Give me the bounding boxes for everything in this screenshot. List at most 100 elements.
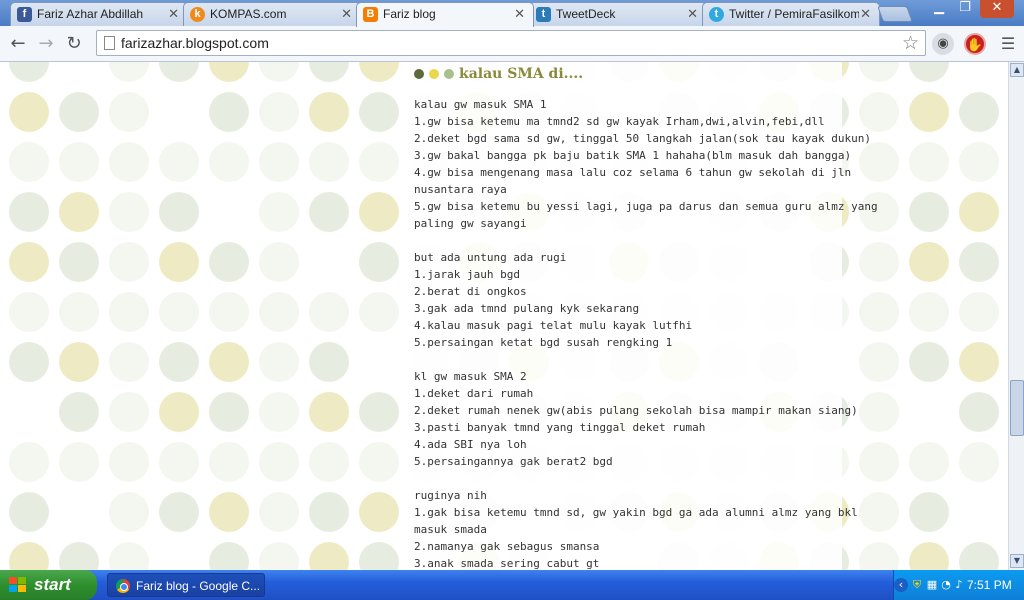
browser-toolbar: ← → ↻ ☆ ◉ ✋ ☰ [0, 26, 1024, 62]
background-dot [109, 492, 149, 532]
background-dot [959, 392, 999, 432]
background-dot [359, 62, 399, 82]
vertical-scrollbar[interactable]: ▲ ▼ [1008, 62, 1024, 570]
background-dot [859, 62, 899, 82]
close-tab-icon[interactable]: ✕ [168, 6, 179, 22]
background-dot [59, 142, 99, 182]
background-dot [959, 242, 999, 282]
background-dot [209, 542, 249, 570]
kompas-icon: k [190, 7, 205, 22]
post-title[interactable]: kalau SMA di.... [459, 66, 583, 82]
background-dot [9, 542, 49, 570]
tab-fariz-blog[interactable]: B Fariz blog ✕ [356, 2, 534, 27]
scroll-up-icon[interactable]: ▲ [1010, 63, 1024, 77]
close-tab-icon[interactable]: ✕ [687, 6, 698, 22]
background-dot [309, 142, 349, 182]
background-dot [109, 542, 149, 570]
background-dot [109, 242, 149, 282]
background-dot [909, 292, 949, 332]
background-dot [959, 442, 999, 482]
background-dot [259, 342, 299, 382]
title-dot-2 [429, 69, 439, 79]
post-line: 5.persaingan ketat bgd susah rengking 1 [414, 336, 673, 349]
background-dot [9, 292, 49, 332]
title-dot-3 [444, 69, 454, 79]
new-tab-button[interactable] [877, 6, 913, 22]
background-dot [159, 62, 199, 82]
restore-icon[interactable]: ❐ [952, 0, 978, 18]
close-window-icon[interactable]: ✕ [980, 0, 1014, 18]
post-line: 4.kalau masuk pagi telat mulu kayak lutf… [414, 319, 693, 332]
background-dot [309, 342, 349, 382]
background-dot [9, 142, 49, 182]
menu-icon[interactable]: ☰ [996, 32, 1020, 56]
eye-extension-icon[interactable]: ◉ [932, 33, 954, 55]
scroll-thumb[interactable] [1010, 380, 1024, 436]
close-tab-icon[interactable]: ✕ [860, 6, 871, 22]
background-dot [359, 192, 399, 232]
tab-strip: f Fariz Azhar Abdillah ✕ k KOMPAS.com ✕ … [0, 0, 1024, 27]
background-dot [959, 292, 999, 332]
reload-button[interactable]: ↻ [62, 32, 86, 56]
background-dot [309, 192, 349, 232]
tab-label: Fariz blog [383, 7, 436, 21]
close-tab-icon[interactable]: ✕ [514, 6, 525, 22]
security-shield-icon[interactable]: ⛨ [910, 578, 924, 592]
adblock-icon[interactable]: ✋ [964, 33, 986, 55]
background-dot [309, 292, 349, 332]
tab-tweetdeck[interactable]: t TweetDeck ✕ [529, 2, 707, 26]
background-dot [959, 142, 999, 182]
post-line: 1.gak bisa ketemu tmnd sd, gw yakin bgd … [414, 506, 858, 519]
background-dot [859, 92, 899, 132]
network-icon[interactable]: ▦ [925, 578, 939, 592]
start-button[interactable]: start [0, 570, 97, 600]
background-dot [159, 342, 199, 382]
tab-facebook[interactable]: f Fariz Azhar Abdillah ✕ [10, 2, 188, 26]
post-line: nusantara raya [414, 183, 507, 196]
minimize-icon[interactable]: ▁ [926, 0, 952, 18]
web-page: kalau SMA di.... kalau gw masuk SMA 1 1.g… [0, 62, 1008, 570]
post-line: 1.gw bisa ketemu ma tmnd2 sd gw kayak Ir… [414, 115, 825, 128]
background-dot [909, 442, 949, 482]
post-body: kalau gw masuk SMA 1 1.gw bisa ketemu ma … [414, 96, 878, 570]
tab-label: Twitter / PemiraFasilkom [729, 7, 859, 21]
twitter-icon: t [709, 7, 724, 22]
background-dot [959, 342, 999, 382]
back-button[interactable]: ← [6, 32, 30, 56]
tray-expand-icon[interactable]: ‹ [894, 578, 908, 592]
post-line: kalau gw masuk SMA 1 [414, 98, 547, 111]
reload-icon: ↻ [66, 33, 82, 54]
background-dot [359, 392, 399, 432]
background-dot [209, 142, 249, 182]
back-arrow-icon: ← [10, 33, 26, 54]
post-line [414, 232, 844, 249]
url-input[interactable] [121, 34, 881, 52]
background-dot [9, 492, 49, 532]
volume-icon[interactable]: ♪ [952, 578, 966, 592]
wireless-icon[interactable]: ◔ [939, 578, 953, 592]
taskbar-item-chrome[interactable]: Fariz blog - Google C... [107, 573, 265, 597]
background-dot [859, 392, 899, 432]
tab-kompas[interactable]: k KOMPAS.com ✕ [183, 2, 361, 26]
windows-flag-icon [9, 577, 27, 593]
close-tab-icon[interactable]: ✕ [341, 6, 352, 22]
background-dot [909, 142, 949, 182]
start-label: start [34, 575, 71, 594]
bookmark-star-icon[interactable]: ☆ [902, 32, 919, 54]
address-bar[interactable]: ☆ [96, 30, 926, 56]
background-dot [59, 192, 99, 232]
background-dot [59, 442, 99, 482]
background-dot [109, 392, 149, 432]
forward-button[interactable]: → [34, 32, 58, 56]
background-dot [59, 292, 99, 332]
scroll-down-icon[interactable]: ▼ [1010, 554, 1024, 568]
post-line: but ada untung ada rugi [414, 251, 567, 264]
clock[interactable]: 7:51 PM [967, 578, 1012, 592]
background-dot [209, 442, 249, 482]
post-line: 2.deket rumah nenek gw(abis pulang sekol… [414, 404, 858, 417]
page-icon [104, 36, 115, 50]
tab-twitter[interactable]: t Twitter / PemiraFasilkom ✕ [702, 2, 880, 26]
background-dot [859, 342, 899, 382]
background-dot [859, 292, 899, 332]
background-dot [109, 92, 149, 132]
